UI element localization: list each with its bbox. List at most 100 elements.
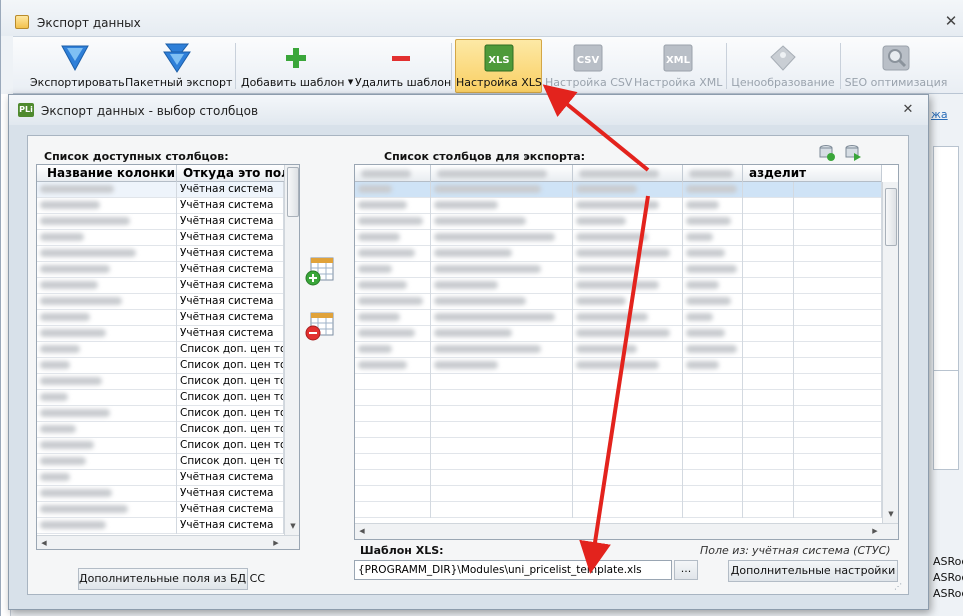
table-row[interactable]: Учётная система [37, 262, 284, 278]
seo-button[interactable]: SEO оптимизация [843, 39, 949, 93]
remove-column-icon[interactable] [305, 311, 335, 341]
column-header-source[interactable]: Откуда это поле [177, 165, 285, 182]
table-row[interactable] [355, 438, 882, 454]
export-cell [431, 454, 573, 470]
extra-db-fields-button[interactable]: Дополнительные поля из БД СС [78, 568, 265, 590]
source-cell: Список доп. цен то [177, 438, 284, 454]
table-row[interactable] [355, 470, 882, 486]
table-row[interactable] [355, 390, 882, 406]
table-row[interactable] [355, 342, 882, 358]
export-columns-grid[interactable]: азделит ▼ ◀ ▶ [354, 164, 899, 540]
scroll-thumb[interactable] [287, 167, 299, 217]
batch-export-button[interactable]: Пакетный экспорт [124, 39, 232, 93]
table-row[interactable]: Учётная система [37, 230, 284, 246]
delete-template-button[interactable]: Удалить шаблон [354, 39, 451, 93]
table-row[interactable]: Учётная система [37, 198, 284, 214]
table-row[interactable]: Учётная система [37, 518, 284, 534]
export-column-header-4[interactable] [683, 165, 743, 182]
table-row[interactable] [355, 374, 882, 390]
table-row[interactable]: Список доп. цен то [37, 422, 284, 438]
resize-grip-icon[interactable]: ⋰ [894, 582, 904, 592]
column-header-name[interactable]: Название колонки [37, 165, 177, 182]
add-column-icon[interactable] [305, 256, 335, 286]
table-row[interactable]: Учётная система [37, 182, 284, 198]
redacted-text [434, 297, 526, 305]
table-row[interactable]: Учётная система [37, 214, 284, 230]
table-row[interactable] [355, 230, 882, 246]
column-name-cell [37, 374, 177, 390]
redacted-text [434, 233, 555, 241]
column-name-cell [37, 486, 177, 502]
table-row[interactable]: Учётная система [37, 310, 284, 326]
csv-settings-button[interactable]: CSV Настройка CSV [544, 39, 632, 93]
table-row[interactable] [355, 294, 882, 310]
table-row[interactable] [355, 326, 882, 342]
table-row[interactable] [355, 278, 882, 294]
browse-button[interactable]: ... [674, 560, 698, 580]
vertical-scrollbar[interactable]: ▼ [284, 165, 299, 535]
table-row[interactable]: Учётная система [37, 326, 284, 342]
table-row[interactable] [355, 214, 882, 230]
table-row[interactable]: Учётная система [37, 294, 284, 310]
scroll-down-arrow-icon[interactable]: ▼ [883, 507, 898, 521]
scroll-down-arrow-icon[interactable]: ▼ [285, 519, 299, 533]
export-column-header-2[interactable] [431, 165, 573, 182]
scroll-thumb[interactable] [885, 188, 897, 246]
table-row[interactable]: Список доп. цен то [37, 374, 284, 390]
table-row[interactable] [355, 406, 882, 422]
save-layout-icon[interactable] [844, 144, 862, 162]
table-row[interactable]: Список доп. цен то [37, 390, 284, 406]
additional-settings-button[interactable]: Дополнительные настройки [728, 560, 898, 582]
export-cell [431, 198, 573, 214]
add-template-button[interactable]: Добавить шаблон ▼ [240, 39, 353, 93]
chevron-down-icon[interactable]: ▼ [348, 78, 353, 86]
table-row[interactable]: Список доп. цен то [37, 454, 284, 470]
xml-settings-button[interactable]: XML Настройка XML [633, 39, 723, 93]
export-cell [573, 470, 683, 486]
add-row-icon[interactable] [818, 144, 836, 162]
table-row[interactable]: Учётная система [37, 486, 284, 502]
scroll-right-arrow-icon[interactable]: ▶ [269, 536, 283, 549]
table-row[interactable] [355, 310, 882, 326]
close-icon[interactable]: ✕ [942, 12, 960, 30]
xls-template-path-field[interactable]: {PROGRAMM_DIR}\Modules\uni_pricelist_tem… [354, 560, 672, 580]
table-row[interactable] [355, 262, 882, 278]
table-row[interactable]: Список доп. цен то [37, 406, 284, 422]
add-template-label: Добавить шаблон ▼ [241, 76, 353, 89]
table-row[interactable] [355, 246, 882, 262]
background-link[interactable]: жа [931, 108, 948, 121]
table-row[interactable]: Учётная система [37, 502, 284, 518]
table-row[interactable] [355, 422, 882, 438]
table-row[interactable] [355, 182, 882, 198]
table-row[interactable]: Список доп. цен то [37, 358, 284, 374]
scroll-left-arrow-icon[interactable]: ◀ [37, 536, 51, 549]
table-row[interactable]: Учётная система [37, 246, 284, 262]
table-row[interactable] [355, 454, 882, 470]
redacted-text [686, 361, 719, 369]
export-column-header-1[interactable] [355, 165, 431, 182]
background-row-text: ASRoc [933, 587, 963, 600]
scroll-left-arrow-icon[interactable]: ◀ [355, 524, 369, 538]
export-column-header-3[interactable] [573, 165, 683, 182]
redacted-text [40, 201, 100, 209]
available-columns-grid[interactable]: Название колонки Откуда это поле Учётная… [36, 164, 300, 550]
scroll-right-arrow-icon[interactable]: ▶ [868, 524, 882, 538]
table-row[interactable]: Список доп. цен то [37, 342, 284, 358]
table-row[interactable]: Учётная система [37, 470, 284, 486]
export-cell [573, 422, 683, 438]
xls-settings-button[interactable]: XLS Настройка XLS [455, 39, 542, 93]
table-row[interactable]: Учётная система [37, 278, 284, 294]
horizontal-scrollbar[interactable]: ◀ ▶ [37, 535, 299, 549]
horizontal-scrollbar[interactable]: ◀ ▶ [355, 523, 898, 539]
table-row[interactable] [355, 502, 882, 518]
export-column-header-separator[interactable]: азделит [743, 165, 882, 182]
vertical-scrollbar[interactable]: ▼ [882, 182, 898, 523]
close-icon[interactable]: ✕ [900, 102, 916, 118]
export-button[interactable]: Экспортировать [29, 39, 125, 93]
table-row[interactable] [355, 358, 882, 374]
pricing-button[interactable]: Ценообразование [729, 39, 837, 93]
table-row[interactable]: Список доп. цен то [37, 438, 284, 454]
table-row[interactable] [355, 486, 882, 502]
dialog-content: Список доступных столбцов: Название коло… [27, 135, 909, 595]
table-row[interactable] [355, 198, 882, 214]
